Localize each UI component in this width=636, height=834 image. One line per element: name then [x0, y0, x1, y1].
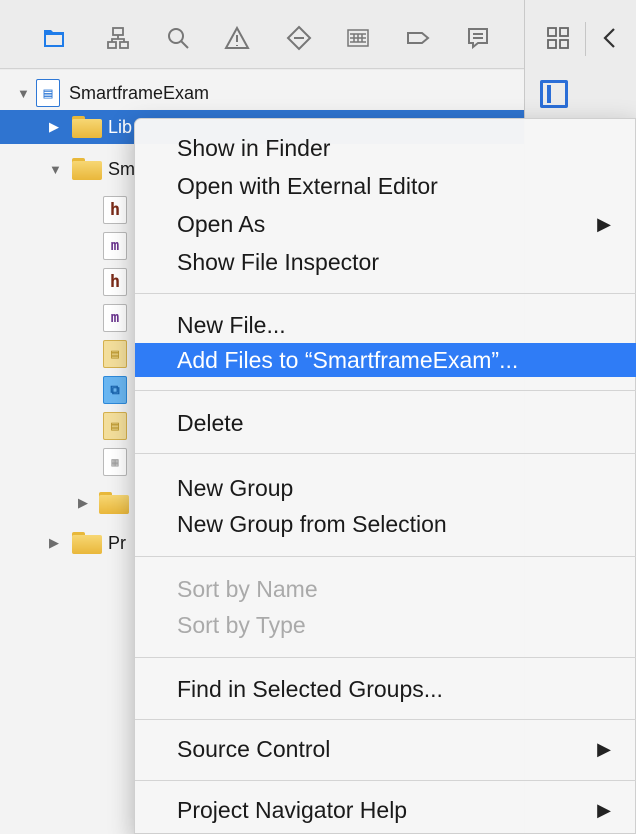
- toolbar-divider: [585, 22, 586, 56]
- menu-separator: [135, 657, 636, 658]
- menu-project-navigator-help[interactable]: Project Navigator Help ▶: [135, 793, 636, 827]
- grid-icon[interactable]: [540, 20, 576, 56]
- tree-row-label: Pr: [108, 532, 126, 553]
- implementation-file-icon[interactable]: m: [103, 304, 127, 332]
- menu-label: Project Navigator Help: [177, 796, 408, 823]
- context-menu: Show in Finder Open with External Editor…: [134, 118, 636, 834]
- assets-catalog-icon[interactable]: ⧉: [103, 376, 127, 404]
- menu-new-group-from-selection[interactable]: New Group from Selection: [135, 507, 636, 541]
- menu-label: New File...: [177, 311, 286, 338]
- menu-sort-by-type: Sort by Type: [135, 608, 636, 642]
- menu-show-file-inspector[interactable]: Show File Inspector: [135, 245, 636, 279]
- submenu-arrow-icon: ▶: [597, 213, 611, 234]
- folder-icon[interactable]: [36, 20, 72, 56]
- submenu-arrow-icon: ▶: [597, 738, 611, 759]
- menu-new-file[interactable]: New File...: [135, 308, 636, 342]
- storyboard-file-icon[interactable]: ▤: [103, 412, 127, 440]
- menu-show-in-finder[interactable]: Show in Finder: [135, 131, 636, 165]
- folder-icon: [72, 532, 102, 554]
- menu-label: Source Control: [177, 735, 331, 762]
- disclosure-closed-icon[interactable]: ▶: [49, 535, 59, 551]
- implementation-file-icon[interactable]: m: [103, 232, 127, 260]
- menu-delete[interactable]: Delete: [135, 406, 636, 440]
- tag-icon[interactable]: [400, 20, 436, 56]
- folder-icon: [72, 158, 102, 180]
- disclosure-open-icon[interactable]: ▼: [17, 86, 30, 101]
- menu-sort-by-name: Sort by Name: [135, 572, 636, 606]
- tree-row-label: Sm: [108, 158, 135, 179]
- project-name: SmartframeExam: [69, 82, 210, 103]
- inspector-toggle-icon[interactable]: [540, 80, 568, 108]
- menu-label: New Group: [177, 474, 294, 501]
- menu-label: Show File Inspector: [177, 248, 379, 275]
- project-file-icon: ▤: [36, 79, 60, 107]
- list-icon[interactable]: [340, 20, 376, 56]
- menu-new-group[interactable]: New Group: [135, 471, 636, 505]
- menu-source-control[interactable]: Source Control ▶: [135, 732, 636, 766]
- plist-file-icon[interactable]: ▦: [103, 448, 127, 476]
- toolbar-border: [0, 68, 524, 69]
- menu-label: New Group from Selection: [177, 510, 447, 537]
- navigator-toolbar: [0, 0, 636, 70]
- menu-open-as[interactable]: Open As ▶: [135, 207, 636, 241]
- menu-separator: [135, 719, 636, 720]
- back-icon[interactable]: [592, 20, 628, 56]
- menu-find-in-selected-groups[interactable]: Find in Selected Groups...: [135, 672, 636, 706]
- menu-separator: [135, 293, 636, 294]
- menu-separator: [135, 556, 636, 557]
- message-icon[interactable]: [460, 20, 496, 56]
- hierarchy-icon[interactable]: [100, 20, 136, 56]
- header-file-icon[interactable]: h: [103, 196, 127, 224]
- menu-label: Add Files to “SmartframeExam”...: [177, 346, 519, 373]
- tree-row-project[interactable]: ▼ ▤ SmartframeExam: [0, 76, 524, 110]
- menu-add-files[interactable]: Add Files to “SmartframeExam”...: [135, 343, 636, 377]
- menu-separator: [135, 390, 636, 391]
- header-file-icon[interactable]: h: [103, 268, 127, 296]
- disclosure-open-icon[interactable]: ▼: [49, 162, 62, 177]
- disclosure-closed-icon[interactable]: ▶: [49, 119, 59, 135]
- warning-icon[interactable]: [219, 20, 255, 56]
- menu-label: Open with External Editor: [177, 172, 438, 199]
- tree-row-label: Lib: [108, 116, 133, 137]
- menu-separator: [135, 780, 636, 781]
- submenu-arrow-icon: ▶: [597, 799, 611, 820]
- menu-label: Find in Selected Groups...: [177, 675, 443, 702]
- menu-label: Open As: [177, 210, 266, 237]
- storyboard-file-icon[interactable]: ▤: [103, 340, 127, 368]
- menu-label: Delete: [177, 409, 244, 436]
- diamond-minus-icon[interactable]: [281, 20, 317, 56]
- menu-separator: [135, 453, 636, 454]
- folder-icon: [72, 116, 102, 138]
- menu-label: Sort by Type: [177, 611, 306, 638]
- menu-label: Sort by Name: [177, 575, 318, 602]
- folder-icon: [99, 492, 129, 514]
- menu-label: Show in Finder: [177, 134, 331, 161]
- search-icon[interactable]: [160, 20, 196, 56]
- disclosure-closed-icon[interactable]: ▶: [78, 495, 88, 511]
- menu-open-external-editor[interactable]: Open with External Editor: [135, 169, 636, 203]
